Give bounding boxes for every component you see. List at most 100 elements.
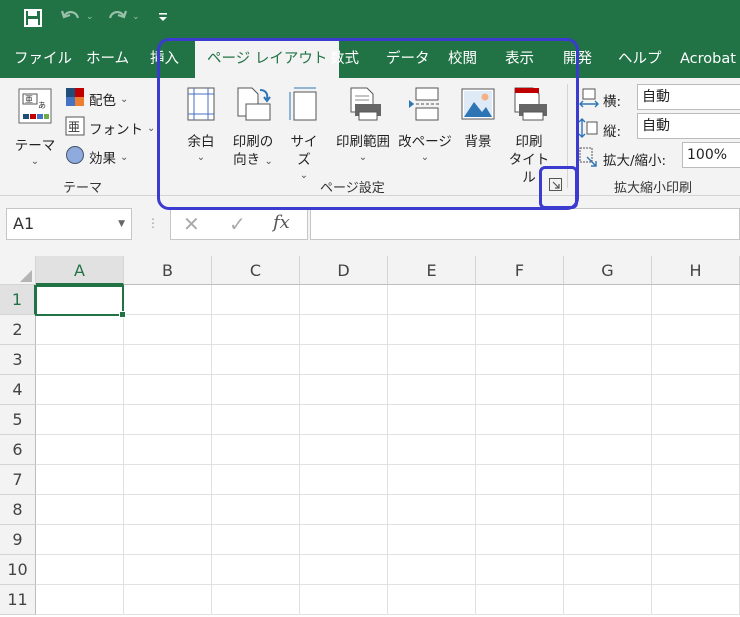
cell-e10[interactable] (388, 555, 476, 585)
cell-e2[interactable] (388, 315, 476, 345)
tab-data[interactable]: データ (386, 40, 430, 78)
cell-d2[interactable] (300, 315, 388, 345)
undo-icon[interactable] (60, 8, 82, 32)
cell-a6[interactable] (36, 435, 124, 465)
cell-b2[interactable] (124, 315, 212, 345)
column-header-d[interactable]: D (300, 256, 388, 285)
cell-h4[interactable] (652, 375, 740, 405)
row-header-2[interactable]: 2 (0, 315, 36, 345)
cell-h2[interactable] (652, 315, 740, 345)
cell-e4[interactable] (388, 375, 476, 405)
insert-function-icon[interactable]: fx (273, 212, 290, 233)
active-cell-a1[interactable] (35, 285, 126, 318)
cell-b10[interactable] (124, 555, 212, 585)
cell-b3[interactable] (124, 345, 212, 375)
cell-d3[interactable] (300, 345, 388, 375)
column-header-f[interactable]: F (476, 256, 564, 285)
cell-c6[interactable] (212, 435, 300, 465)
cell-h7[interactable] (652, 465, 740, 495)
tab-view[interactable]: 表示 (505, 40, 534, 78)
cell-e8[interactable] (388, 495, 476, 525)
undo-dropdown-icon[interactable]: ⌄ (86, 12, 94, 22)
cell-a7[interactable] (36, 465, 124, 495)
cell-b4[interactable] (124, 375, 212, 405)
row-header-6[interactable]: 6 (0, 435, 36, 465)
save-icon[interactable] (24, 9, 42, 31)
cell-g7[interactable] (564, 465, 652, 495)
cell-d5[interactable] (300, 405, 388, 435)
tab-page-layout[interactable]: ページ レイアウト (195, 40, 340, 78)
cell-h9[interactable] (652, 525, 740, 555)
cell-g6[interactable] (564, 435, 652, 465)
themes-button[interactable]: 亜あ テーマ ⌄ (10, 86, 60, 167)
formula-bar-grip-icon[interactable]: ⋮ (147, 216, 159, 230)
cell-a8[interactable] (36, 495, 124, 525)
cell-c5[interactable] (212, 405, 300, 435)
row-header-3[interactable]: 3 (0, 345, 36, 375)
cell-c3[interactable] (212, 345, 300, 375)
cell-g10[interactable] (564, 555, 652, 585)
cell-f2[interactable] (476, 315, 564, 345)
height-select[interactable]: 自動 (637, 113, 740, 139)
column-header-e[interactable]: E (388, 256, 476, 285)
cell-g1[interactable] (564, 285, 652, 315)
cell-d11[interactable] (300, 585, 388, 615)
cell-b5[interactable] (124, 405, 212, 435)
row-header-10[interactable]: 10 (0, 555, 36, 585)
cell-d4[interactable] (300, 375, 388, 405)
cell-f6[interactable] (476, 435, 564, 465)
scale-spinner[interactable]: 100% (682, 142, 740, 168)
cell-b6[interactable] (124, 435, 212, 465)
cell-d10[interactable] (300, 555, 388, 585)
margins-button[interactable]: 余白 ⌄ (183, 86, 219, 163)
column-header-h[interactable]: H (652, 256, 740, 285)
breaks-button[interactable]: 改ページ ⌄ (396, 86, 454, 163)
cell-h6[interactable] (652, 435, 740, 465)
tab-review[interactable]: 校閲 (448, 40, 477, 78)
row-header-7[interactable]: 7 (0, 465, 36, 495)
cell-h8[interactable] (652, 495, 740, 525)
tab-formulas[interactable]: 数式 (330, 40, 359, 78)
size-button[interactable]: サイズ ⌄ (284, 86, 324, 181)
cell-g3[interactable] (564, 345, 652, 375)
formula-input[interactable] (310, 208, 740, 240)
cell-f3[interactable] (476, 345, 564, 375)
cell-c10[interactable] (212, 555, 300, 585)
chevron-down-icon[interactable]: ▼ (118, 209, 125, 239)
cell-f5[interactable] (476, 405, 564, 435)
effects-button[interactable]: 効果 ⌄ (65, 145, 128, 169)
cell-g5[interactable] (564, 405, 652, 435)
cell-a5[interactable] (36, 405, 124, 435)
select-all-button[interactable] (0, 256, 36, 285)
row-header-4[interactable]: 4 (0, 375, 36, 405)
print-titles-button[interactable]: 印刷 タイトル (504, 86, 554, 187)
cell-c9[interactable] (212, 525, 300, 555)
column-header-a[interactable]: A (36, 256, 124, 285)
cell-c4[interactable] (212, 375, 300, 405)
column-header-c[interactable]: C (212, 256, 300, 285)
cell-f4[interactable] (476, 375, 564, 405)
cell-d1[interactable] (300, 285, 388, 315)
cell-h1[interactable] (652, 285, 740, 315)
cell-f10[interactable] (476, 555, 564, 585)
cell-f9[interactable] (476, 525, 564, 555)
cell-d8[interactable] (300, 495, 388, 525)
dialog-launcher-icon[interactable] (549, 178, 562, 195)
column-header-b[interactable]: B (124, 256, 212, 285)
tab-home[interactable]: ホーム (86, 40, 129, 78)
cell-h10[interactable] (652, 555, 740, 585)
cell-c1[interactable] (212, 285, 300, 315)
cell-f1[interactable] (476, 285, 564, 315)
cell-d7[interactable] (300, 465, 388, 495)
cell-f7[interactable] (476, 465, 564, 495)
cell-h11[interactable] (652, 585, 740, 615)
cell-e9[interactable] (388, 525, 476, 555)
cell-f11[interactable] (476, 585, 564, 615)
tab-insert[interactable]: 挿入 (150, 40, 179, 78)
orientation-button[interactable]: 印刷の 向き ⌄ (228, 86, 278, 171)
cell-g9[interactable] (564, 525, 652, 555)
enter-icon[interactable]: ✓ (229, 212, 246, 236)
row-header-11[interactable]: 11 (0, 585, 36, 615)
cell-a9[interactable] (36, 525, 124, 555)
cell-e3[interactable] (388, 345, 476, 375)
